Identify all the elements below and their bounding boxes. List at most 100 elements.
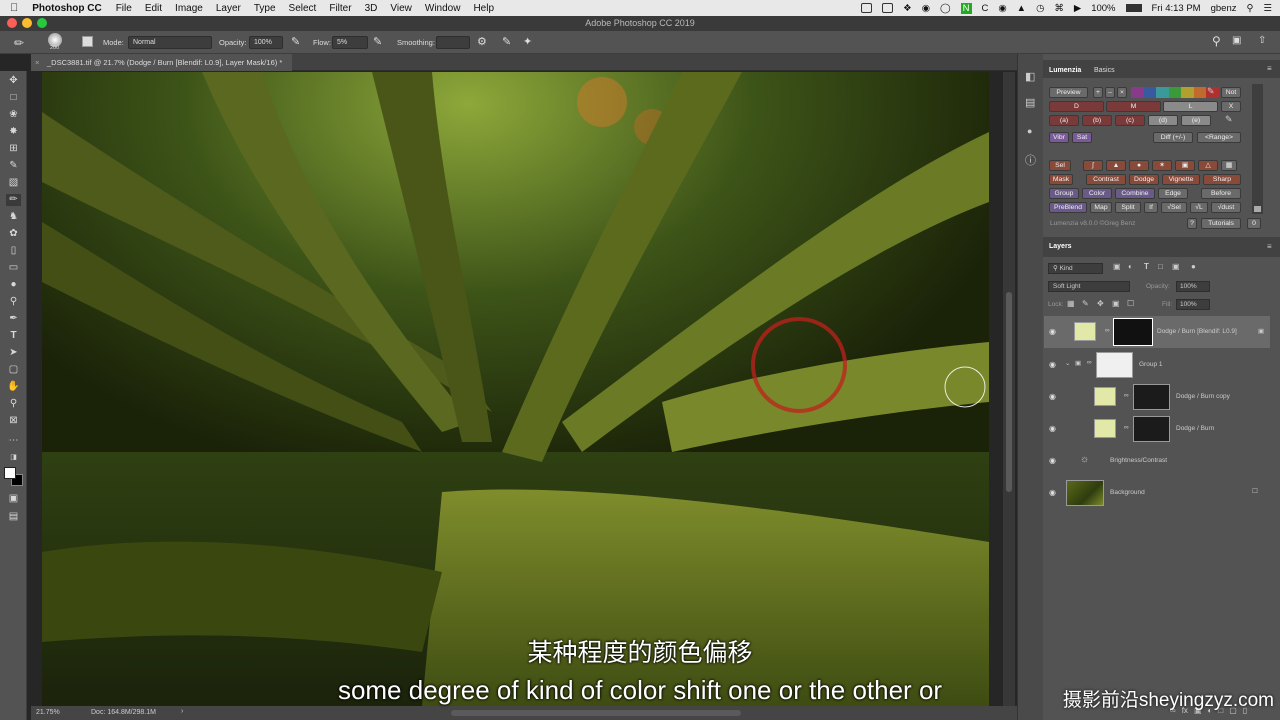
blur-tool-icon[interactable]: ● bbox=[6, 279, 21, 291]
lumenzia-scrollbar[interactable] bbox=[1252, 84, 1263, 214]
filter-type-icon[interactable]: T bbox=[1144, 262, 1149, 271]
link-icon[interactable]: ∞ bbox=[1105, 327, 1110, 334]
fill-input[interactable]: 100% bbox=[1176, 299, 1210, 310]
if-button[interactable]: If bbox=[1144, 202, 1158, 213]
default-colors-icon[interactable]: ◨ bbox=[6, 452, 21, 464]
mode-select[interactable]: Normal bbox=[128, 36, 212, 49]
midtone-button[interactable]: M bbox=[1106, 101, 1161, 112]
link-icon[interactable]: ∞ bbox=[1124, 392, 1129, 399]
type-tool-icon[interactable]: T bbox=[6, 330, 21, 342]
lock-pixels-icon[interactable]: ✎ bbox=[1082, 299, 1089, 308]
status-icon[interactable]: ▲ bbox=[1017, 3, 1026, 14]
swatch-orange[interactable] bbox=[1193, 87, 1207, 98]
sharp-button[interactable]: Sharp bbox=[1203, 174, 1241, 185]
layer-row[interactable]: ◉ ∞ Dodge / Burn [Blendif: L0.9] ▣ bbox=[1044, 316, 1270, 348]
visibility-eye-icon[interactable]: ◉ bbox=[1049, 392, 1058, 401]
preview-select[interactable]: Preview bbox=[1049, 87, 1088, 98]
menu-3d[interactable]: 3D bbox=[365, 3, 378, 14]
notification-icon[interactable]: ☰ bbox=[1263, 3, 1272, 14]
artboard-icon[interactable]: ⊠ bbox=[6, 415, 21, 427]
layer-row[interactable]: ◉ ∞ Dodge / Burn bbox=[1044, 413, 1270, 445]
combine-button[interactable]: Combine bbox=[1115, 188, 1155, 199]
color-button[interactable]: Color bbox=[1082, 188, 1112, 199]
workspace-icon[interactable]: ▣ bbox=[1232, 35, 1241, 46]
visibility-eye-icon[interactable]: ◉ bbox=[1049, 327, 1058, 336]
range-button[interactable]: <Range> bbox=[1197, 132, 1241, 143]
search-icon[interactable]: ⚲ bbox=[1212, 34, 1221, 48]
menu-layer[interactable]: Layer bbox=[216, 3, 241, 14]
dodge-button[interactable]: Dodge bbox=[1129, 174, 1159, 185]
layer-name[interactable]: Group 1 bbox=[1139, 361, 1163, 368]
vignette-button[interactable]: Vignette bbox=[1162, 174, 1200, 185]
eyedropper-icon[interactable]: ✎ bbox=[1207, 86, 1215, 97]
status-icon[interactable]: ◉ bbox=[922, 3, 930, 14]
tab-lumenzia[interactable]: Lumenzia bbox=[1049, 67, 1081, 74]
clone-stamp-tool-icon[interactable]: ♞ bbox=[6, 211, 21, 223]
diff-button[interactable]: Diff (+/-) bbox=[1153, 132, 1193, 143]
check-sel-button[interactable]: √Sel bbox=[1161, 202, 1187, 213]
lock-position-icon[interactable]: ✥ bbox=[1097, 299, 1104, 308]
eyedropper-tool-icon[interactable]: ✎ bbox=[6, 160, 21, 172]
smoothing-settings-icon[interactable]: ⚙ bbox=[477, 35, 487, 48]
status-icon[interactable]: ◯ bbox=[940, 3, 951, 14]
layer-name[interactable]: Dodge / Burn [Blendif: L0.9] bbox=[1157, 328, 1237, 335]
layer-mask-thumbnail[interactable] bbox=[1096, 352, 1133, 378]
swatch-blue[interactable] bbox=[1143, 87, 1157, 98]
marquee-tool-icon[interactable]: □ bbox=[6, 92, 21, 104]
group-button[interactable]: Group bbox=[1049, 188, 1079, 199]
vignette-icon[interactable]: ▣ bbox=[1175, 160, 1195, 171]
opacity-input[interactable]: 100% bbox=[249, 36, 283, 49]
layer-name[interactable]: Background bbox=[1110, 489, 1145, 496]
tutorials-button[interactable]: Tutorials bbox=[1201, 218, 1241, 229]
lasso-tool-icon[interactable]: ❀ bbox=[6, 109, 21, 121]
move-tool-icon[interactable]: ✥ bbox=[6, 75, 21, 87]
edge-button[interactable]: Edge bbox=[1158, 188, 1188, 199]
path-selection-tool-icon[interactable]: ➤ bbox=[6, 347, 21, 359]
menu-image[interactable]: Image bbox=[175, 3, 203, 14]
properties-panel-icon[interactable]: ● bbox=[1027, 126, 1032, 136]
vibrance-button[interactable]: Vibr bbox=[1049, 132, 1069, 143]
status-icon[interactable] bbox=[882, 3, 894, 13]
panel-menu-icon[interactable]: ≡ bbox=[1267, 64, 1272, 73]
link-icon[interactable]: ∞ bbox=[1087, 359, 1092, 366]
airbrush-icon[interactable]: ✎ bbox=[373, 35, 382, 48]
zone-c-button[interactable]: (c) bbox=[1115, 115, 1145, 126]
history-brush-tool-icon[interactable]: ✿ bbox=[6, 228, 21, 240]
tab-basics[interactable]: Basics bbox=[1094, 67, 1115, 74]
filter-shape-icon[interactable]: □ bbox=[1158, 262, 1163, 271]
menu-type[interactable]: Type bbox=[254, 3, 276, 14]
visibility-eye-icon[interactable]: ◉ bbox=[1049, 424, 1058, 433]
apple-menu-icon[interactable]:  bbox=[10, 2, 18, 14]
info-panel-icon[interactable]: ⓘ bbox=[1025, 152, 1036, 168]
sel-button[interactable]: Sel bbox=[1049, 160, 1071, 171]
lock-all-icon[interactable]: ☐ bbox=[1127, 299, 1134, 308]
before-button[interactable]: Before bbox=[1201, 188, 1241, 199]
zone-a-button[interactable]: (a) bbox=[1049, 115, 1079, 126]
saturation-button[interactable]: Sat bbox=[1072, 132, 1092, 143]
menu-help[interactable]: Help bbox=[473, 3, 494, 14]
battery-label[interactable]: 100% bbox=[1091, 3, 1115, 14]
lock-transparent-icon[interactable]: ▦ bbox=[1067, 299, 1075, 308]
vertical-scrollbar[interactable] bbox=[1003, 72, 1015, 706]
visibility-eye-icon[interactable]: ◉ bbox=[1049, 360, 1058, 369]
status-menu-icon[interactable]: › bbox=[181, 708, 183, 715]
lumenzia-panel-icon[interactable]: ◧ bbox=[1025, 70, 1035, 83]
mask-button[interactable]: Mask bbox=[1049, 174, 1073, 185]
layer-mask-thumbnail[interactable] bbox=[1113, 318, 1153, 346]
lumenzia-minus-button[interactable]: – bbox=[1105, 87, 1115, 98]
menu-view[interactable]: View bbox=[390, 3, 412, 14]
link-icon[interactable]: ∞ bbox=[1124, 424, 1129, 431]
status-icon[interactable]: N bbox=[960, 2, 972, 14]
zoom-level[interactable]: 21.75% bbox=[36, 709, 60, 716]
blend-mode-select[interactable]: Soft Light bbox=[1048, 281, 1130, 292]
burn-icon[interactable]: ● bbox=[1129, 160, 1149, 171]
smoothing-input[interactable] bbox=[436, 36, 470, 49]
status-icon[interactable] bbox=[861, 3, 873, 13]
color-swatches[interactable] bbox=[1131, 87, 1220, 98]
check-l-button[interactable]: √L bbox=[1190, 202, 1208, 213]
menu-window[interactable]: Window bbox=[425, 3, 461, 14]
swatch-cyan[interactable] bbox=[1156, 87, 1169, 98]
brush-tool-icon[interactable]: ✏ bbox=[14, 36, 24, 50]
user-name[interactable]: gbenz bbox=[1211, 3, 1237, 14]
sharpen-icon[interactable]: △ bbox=[1198, 160, 1218, 171]
